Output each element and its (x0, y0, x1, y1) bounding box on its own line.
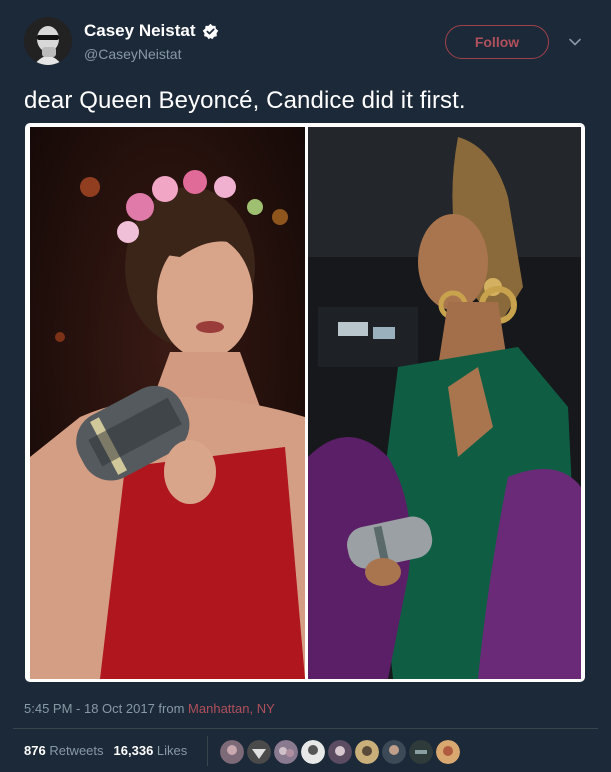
photo-left[interactable] (30, 127, 305, 679)
retweets-label: Retweets (49, 743, 104, 758)
tweet-media[interactable] (25, 123, 585, 682)
stats-separator (207, 736, 208, 766)
likes-stat[interactable]: 16,336 Likes (114, 743, 188, 758)
from-label: from (158, 701, 185, 716)
tweet-header: Casey Neistat @CaseyNeistat Follow (0, 0, 611, 80)
avatar[interactable] (24, 17, 72, 65)
likes-label: Likes (156, 743, 188, 758)
tweet-timestamp[interactable]: 5:45 PM - 18 Oct 2017 (24, 701, 155, 716)
retweets-count: 876 (24, 743, 46, 758)
liker-avatar[interactable] (382, 740, 406, 764)
liker-avatars (220, 740, 460, 764)
liker-avatar[interactable] (328, 740, 352, 764)
follow-button[interactable]: Follow (445, 25, 549, 59)
user-name-label: Casey Neistat (84, 21, 196, 40)
chevron-down-icon[interactable] (568, 35, 582, 49)
liker-avatar[interactable] (409, 740, 433, 764)
photo-right[interactable] (308, 127, 581, 679)
tweet-location[interactable]: Manhattan, NY (188, 701, 275, 716)
tweet-stats: 876 Retweets 16,336 Likes (24, 743, 187, 758)
divider (13, 728, 598, 729)
tweet-meta: 5:45 PM - 18 Oct 2017 from Manhattan, NY (24, 701, 275, 716)
liker-avatar[interactable] (436, 740, 460, 764)
verified-badge-icon (202, 23, 218, 39)
liker-avatar[interactable] (220, 740, 244, 764)
user-handle[interactable]: @CaseyNeistat (84, 46, 181, 62)
likes-count: 16,336 (113, 743, 154, 758)
user-name[interactable]: Casey Neistat (84, 21, 219, 41)
retweets-stat[interactable]: 876 Retweets (24, 743, 104, 758)
liker-avatar[interactable] (274, 740, 298, 764)
liker-avatar[interactable] (247, 740, 271, 764)
tweet-text: dear Queen Beyoncé, Candice did it first… (24, 87, 466, 114)
liker-avatar[interactable] (355, 740, 379, 764)
liker-avatar[interactable] (301, 740, 325, 764)
